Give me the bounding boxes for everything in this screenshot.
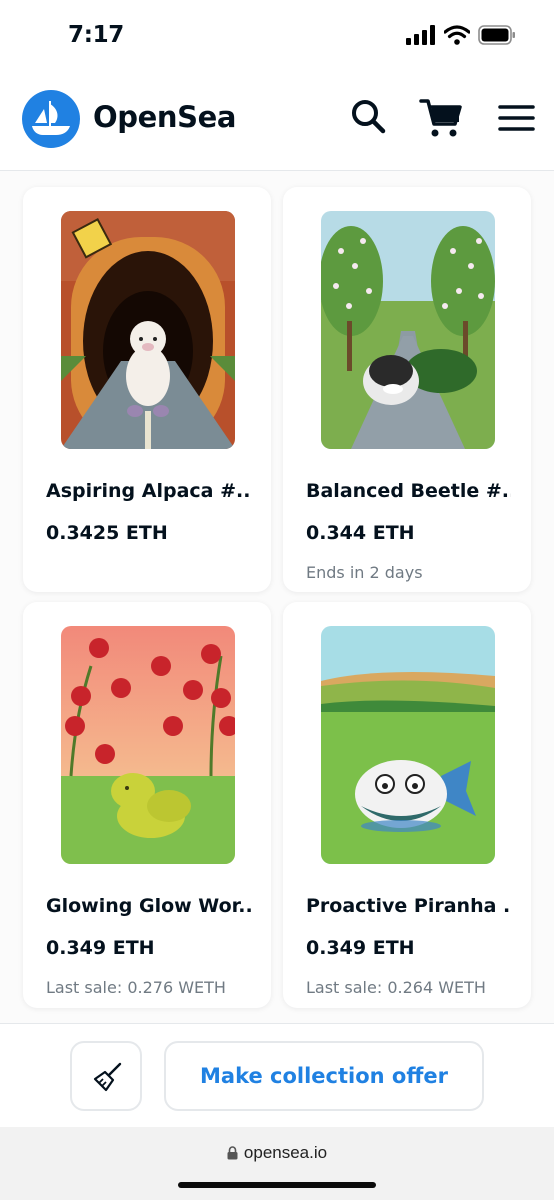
item-last-sale: Last sale: 0.276 WETH	[46, 978, 226, 997]
opensea-logo-icon[interactable]	[22, 90, 80, 148]
search-button[interactable]	[348, 96, 392, 140]
item-auction-time: Ends in 2 days	[306, 563, 423, 582]
item-card[interactable]: Balanced Beetle #... 0.344 ETH Ends in 2…	[283, 187, 531, 592]
status-bar: 7:17	[0, 0, 554, 70]
item-grid: Aspiring Alpaca #... 0.3425 ETH Balanced…	[0, 171, 554, 1023]
search-icon	[352, 100, 386, 134]
item-image[interactable]	[321, 211, 495, 449]
make-collection-offer-button[interactable]: Make collection offer	[164, 1041, 484, 1111]
item-price: 0.349 ETH	[306, 937, 415, 959]
status-icons	[406, 25, 516, 49]
item-image[interactable]	[61, 626, 235, 864]
item-card[interactable]: Proactive Piranha ... 0.349 ETH Last sal…	[283, 602, 531, 1008]
url-display[interactable]: opensea.io	[0, 1143, 554, 1165]
signal-icon	[406, 25, 436, 49]
item-image[interactable]	[61, 211, 235, 449]
action-bar: Make collection offer	[0, 1023, 554, 1127]
menu-icon	[498, 105, 535, 131]
item-name[interactable]: Glowing Glow Wor...	[46, 895, 251, 917]
cart-button[interactable]	[419, 96, 463, 140]
item-price: 0.344 ETH	[306, 522, 415, 544]
top-nav: OpenSea	[0, 70, 554, 171]
lock-icon	[227, 1145, 238, 1165]
cart-icon	[419, 99, 462, 137]
home-indicator[interactable]	[178, 1182, 376, 1188]
item-image[interactable]	[321, 626, 495, 864]
wifi-icon	[443, 25, 471, 49]
item-name[interactable]: Balanced Beetle #...	[306, 480, 511, 502]
item-last-sale: Last sale: 0.264 WETH	[306, 978, 486, 997]
browser-url-bar[interactable]: opensea.io	[0, 1127, 554, 1200]
item-name[interactable]: Proactive Piranha ...	[306, 895, 511, 917]
menu-button[interactable]	[495, 96, 539, 140]
item-price: 0.3425 ETH	[46, 522, 168, 544]
battery-icon	[478, 25, 516, 49]
url-text: opensea.io	[243, 1143, 328, 1162]
brand-name[interactable]: OpenSea	[93, 100, 236, 134]
item-price: 0.349 ETH	[46, 937, 155, 959]
item-card[interactable]: Glowing Glow Wor... 0.349 ETH Last sale:…	[23, 602, 271, 1008]
broom-icon	[93, 1062, 122, 1092]
item-card[interactable]: Aspiring Alpaca #... 0.3425 ETH	[23, 187, 271, 592]
status-time: 7:17	[68, 22, 125, 48]
sweep-button[interactable]	[70, 1041, 142, 1111]
item-name[interactable]: Aspiring Alpaca #...	[46, 480, 251, 502]
